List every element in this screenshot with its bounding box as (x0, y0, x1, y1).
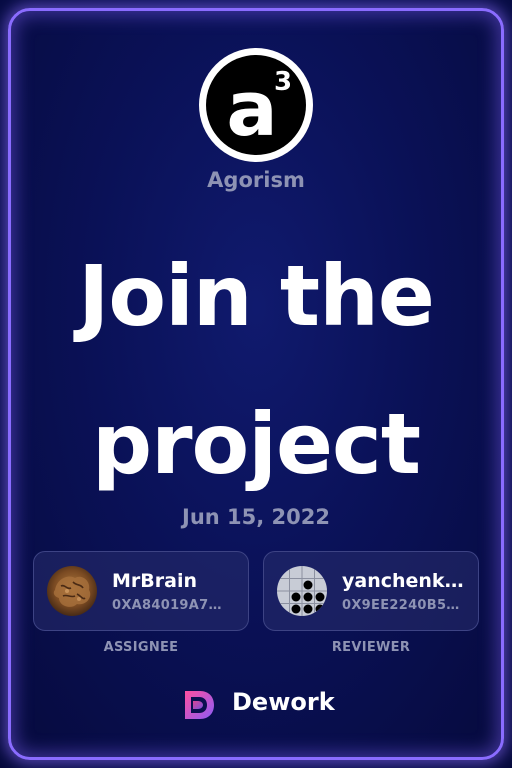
assignee-role-label: ASSIGNEE (103, 640, 179, 655)
task-date: Jun 15, 2022 (182, 505, 330, 529)
project-logo-icon: a 3 (199, 48, 313, 162)
assignee-name: MrBrain (112, 570, 197, 592)
logo-letter: a (226, 64, 277, 153)
assignee-address: 0XA84019A7… (112, 598, 222, 613)
project-logo: a 3 (198, 47, 314, 163)
reviewer-role-label: REVIEWER (331, 640, 411, 655)
headline: Join the project (0, 222, 512, 518)
headline-line-1: Join the (78, 247, 435, 345)
grid-avatar-icon (277, 566, 327, 616)
dework-brand[interactable]: Dework (180, 684, 340, 724)
dework-brand-name: Dework (232, 688, 335, 716)
headline-line-2: project (92, 395, 421, 493)
assignee-card[interactable]: MrBrain 0XA84019A7… (33, 551, 249, 631)
project-name: Agorism (207, 168, 305, 192)
reviewer-address: 0X9EE2240B5… (342, 598, 460, 613)
reviewer-card[interactable]: yanchenk… 0X9EE2240B5… (263, 551, 479, 631)
reviewer-avatar (277, 566, 327, 616)
brain-avatar-icon (47, 566, 97, 616)
logo-superscript: 3 (274, 67, 292, 97)
share-card: a 3 Agorism Join the project Jun 15, 202… (0, 0, 512, 768)
assignee-avatar (47, 566, 97, 616)
reviewer-name: yanchenk… (342, 570, 464, 592)
dework-logo-icon (185, 691, 214, 719)
